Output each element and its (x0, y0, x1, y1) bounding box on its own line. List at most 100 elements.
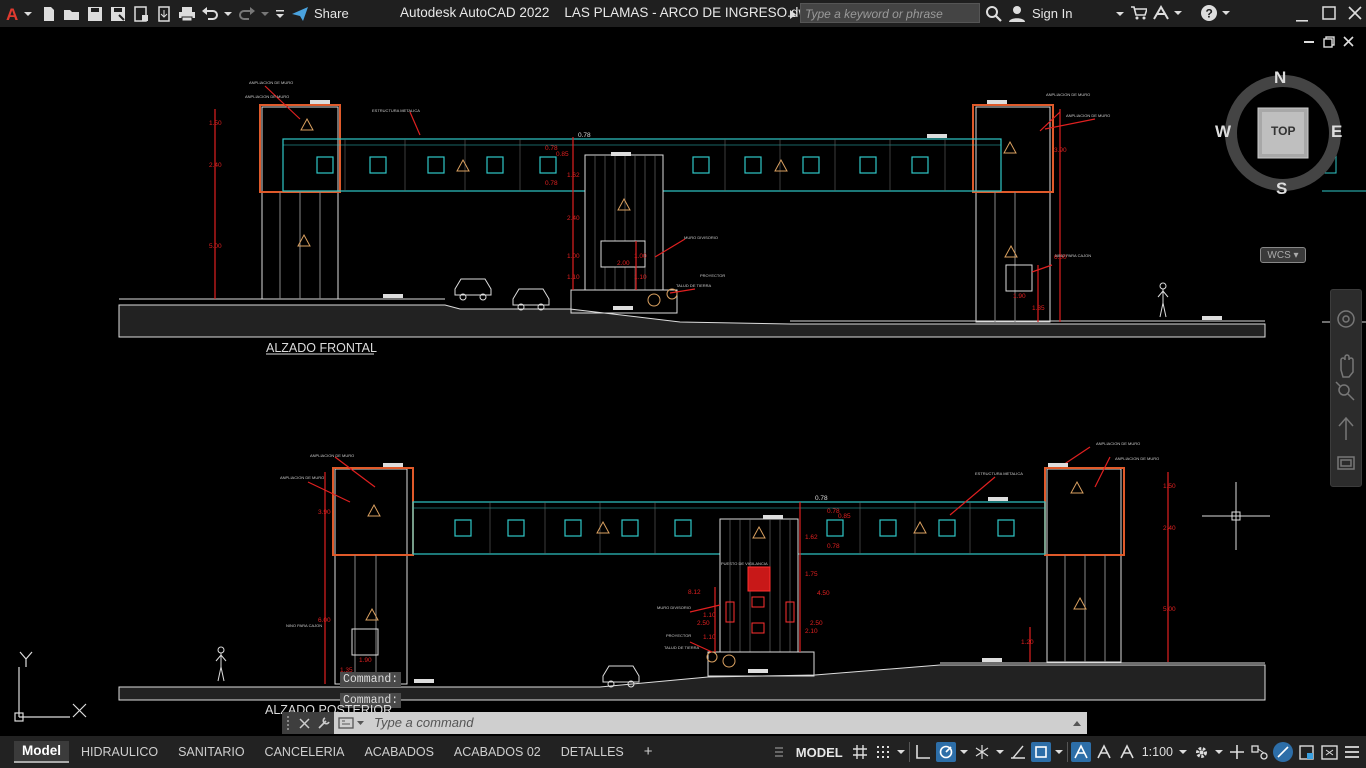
svg-text:A: A (6, 5, 18, 24)
app-name: Autodesk AutoCAD 2022 (400, 5, 550, 20)
model-space-toggle[interactable]: MODEL (792, 745, 847, 760)
redo-dropdown-icon[interactable] (261, 5, 269, 22)
autocad-logo-icon: A (6, 5, 32, 24)
polar-dropdown-icon[interactable] (959, 742, 969, 762)
window-title: Autodesk AutoCAD 2022 LAS PLAMAS - ARCO … (400, 0, 816, 27)
open-from-web-icon[interactable] (132, 5, 149, 22)
application-menu-button[interactable]: A (0, 0, 36, 27)
cart-icon[interactable] (1130, 5, 1149, 24)
search-input[interactable]: Type a keyword or phrase (800, 3, 980, 23)
view-cube-face-label[interactable]: TOP (1271, 124, 1295, 138)
annotation-scale-value[interactable]: 1:100 (1142, 745, 1173, 759)
tab-detalles[interactable]: DETALLES (553, 742, 632, 762)
grid-icon[interactable] (850, 742, 870, 762)
search-icon[interactable] (985, 5, 1002, 25)
add-layout-button[interactable]: + (636, 742, 661, 762)
svg-text:1.00: 1.00 (567, 253, 580, 260)
ucs-icon (14, 651, 87, 722)
command-history-expand-icon[interactable] (1072, 719, 1082, 727)
compass-south[interactable]: S (1276, 179, 1287, 199)
save-icon[interactable] (86, 5, 103, 22)
zoom-extents-icon (1335, 381, 1355, 401)
tab-canceleria[interactable]: CANCELERIA (257, 742, 353, 762)
plot-icon[interactable] (178, 5, 195, 22)
compass-west[interactable]: W (1215, 122, 1231, 142)
object-snap-tracking-icon[interactable] (1008, 742, 1028, 762)
redo-icon[interactable] (238, 5, 255, 22)
close-window-icon[interactable] (1348, 6, 1362, 23)
annotation-scale-icon[interactable] (1117, 742, 1137, 762)
new-file-icon[interactable] (40, 5, 57, 22)
scale-dropdown-icon[interactable] (1178, 742, 1188, 762)
clean-screen-icon[interactable] (1319, 742, 1339, 762)
open-file-icon[interactable] (63, 5, 80, 22)
workspace-gear-icon[interactable] (1191, 742, 1211, 762)
ucs-menu-button[interactable]: WCS ▾ (1260, 247, 1306, 263)
auto-scale-icon[interactable] (1094, 742, 1114, 762)
svg-text:PROYECTOR: PROYECTOR (666, 633, 691, 638)
svg-text:NINO PARA CAJON: NINO PARA CAJON (1055, 253, 1091, 258)
sign-in-button[interactable]: Sign In (1008, 0, 1125, 27)
recent-commands-icon[interactable] (338, 715, 366, 731)
svg-text:ANPLIACION DE MURO: ANPLIACION DE MURO (245, 94, 289, 99)
annotation-monitor-icon[interactable] (1227, 742, 1247, 762)
navigation-bar (1330, 289, 1362, 487)
customize-toolbar-icon[interactable] (275, 5, 285, 22)
view-cube[interactable]: TOP N S W E (1210, 67, 1360, 237)
pan-icon (1340, 354, 1354, 378)
steering-wheel-icon (1337, 310, 1355, 328)
tab-model[interactable]: Model (14, 741, 69, 763)
svg-text:ANPLIACION DE MURO: ANPLIACION DE MURO (1066, 113, 1110, 118)
help-icon[interactable]: ? (1200, 4, 1232, 25)
command-input[interactable]: Type a command (366, 712, 1072, 734)
compass-north[interactable]: N (1274, 68, 1286, 88)
customization-menu-icon[interactable] (1342, 742, 1362, 762)
isometric-dropdown-icon[interactable] (995, 742, 1005, 762)
showmotion-icon (1337, 456, 1355, 470)
snap-dropdown-icon[interactable] (896, 742, 906, 762)
undo-dropdown-icon[interactable] (224, 5, 232, 22)
undo-icon[interactable] (201, 5, 218, 22)
object-snap-icon[interactable] (1030, 742, 1051, 762)
model-space-canvas[interactable]: 1.50 2.40 5.00 3.90 0.78 0.85 0.78 1.62 2.40 1… (0, 27, 1366, 736)
svg-text:5.00: 5.00 (209, 243, 222, 250)
minimize-window-icon[interactable] (1296, 12, 1308, 27)
isometric-drafting-icon[interactable] (972, 742, 992, 762)
hardware-acceleration-icon[interactable] (1273, 742, 1293, 762)
save-to-web-icon[interactable] (155, 5, 172, 22)
svg-text:1.50: 1.50 (1163, 483, 1176, 490)
share-button[interactable]: Share (291, 6, 349, 22)
grip-icon[interactable] (286, 715, 292, 731)
workspace-dropdown-icon[interactable] (1214, 742, 1224, 762)
annotation-visibility-icon[interactable] (1070, 742, 1091, 762)
tab-acabados[interactable]: ACABADOS (356, 742, 441, 762)
ucs-menu-label: WCS (1267, 250, 1291, 261)
close-command-line-icon[interactable] (298, 717, 310, 729)
isolate-objects-icon[interactable] (1296, 742, 1316, 762)
snap-mode-icon[interactable] (873, 742, 893, 762)
svg-text:1.75: 1.75 (805, 571, 818, 578)
front-elevation: 1.50 2.40 5.00 3.90 0.78 0.85 0.78 1.62 2.40 1… (118, 80, 1266, 338)
svg-text:MURO DIVISORIO: MURO DIVISORIO (684, 235, 718, 240)
command-line[interactable]: Type a command (282, 712, 1087, 734)
tab-acabados-02[interactable]: ACABADOS 02 (446, 742, 549, 762)
units-icon[interactable] (1250, 742, 1270, 762)
status-bar: Model HIDRAULICO SANITARIO CANCELERIA AC… (0, 736, 1366, 768)
svg-text:1.00: 1.00 (634, 253, 647, 260)
compass-east[interactable]: E (1331, 122, 1342, 142)
tab-hidraulico[interactable]: HIDRAULICO (73, 742, 166, 762)
ortho-mode-icon[interactable] (913, 742, 933, 762)
svg-text:0.85: 0.85 (556, 151, 569, 158)
tab-sanitario[interactable]: SANITARIO (170, 742, 252, 762)
expand-search-icon[interactable] (789, 8, 797, 23)
object-snap-dropdown-icon[interactable] (1054, 742, 1064, 762)
customize-icon[interactable] (317, 716, 331, 730)
svg-text:ESTRUCTURA METALICA: ESTRUCTURA METALICA (372, 108, 420, 113)
svg-text:5.00: 5.00 (1163, 606, 1176, 613)
svg-text:1.10: 1.10 (703, 634, 716, 641)
autodesk-app-icon[interactable] (1152, 5, 1182, 24)
status-menu-icon[interactable] (769, 742, 789, 762)
polar-tracking-icon[interactable] (935, 742, 956, 762)
maximize-window-icon[interactable] (1322, 6, 1336, 23)
save-as-icon[interactable] (109, 5, 126, 22)
